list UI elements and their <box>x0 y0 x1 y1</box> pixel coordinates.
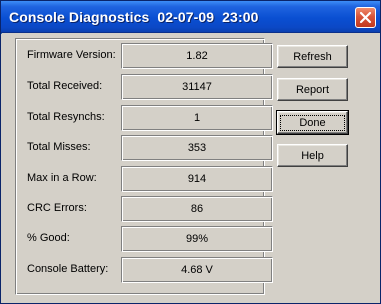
close-icon <box>359 11 372 24</box>
title-bar[interactable]: Console Diagnostics 02-07-09 23:00 <box>1 1 380 33</box>
stat-value-field: 99% <box>121 226 273 252</box>
stat-value-field: 4.68 V <box>121 257 273 283</box>
stat-value-field: 31147 <box>121 74 273 100</box>
stat-value-field: 1.82 <box>121 43 273 69</box>
stat-label: Max in a Row: <box>27 172 97 184</box>
report-button[interactable]: Report <box>277 78 348 101</box>
console-diagnostics-window: Console Diagnostics 02-07-09 23:00 Firmw… <box>0 0 381 304</box>
stat-row-percent-good: % Good: 99% <box>27 226 273 252</box>
report-button-label: Report <box>295 83 330 96</box>
stat-value-field: 86 <box>121 196 273 222</box>
help-button[interactable]: Help <box>277 144 348 167</box>
stat-label: Total Received: <box>27 80 103 92</box>
stat-value: 914 <box>187 173 207 185</box>
window-title: Console Diagnostics 02-07-09 23:00 <box>9 9 259 25</box>
stat-label: % Good: <box>27 232 70 244</box>
help-button-label: Help <box>301 149 324 162</box>
stat-row-total-received: Total Received: 31147 <box>27 74 273 100</box>
stat-value: 1 <box>193 112 201 124</box>
dialog-content: Firmware Version: 1.82 Total Received: 3… <box>1 34 380 303</box>
stat-value: 99% <box>185 233 209 245</box>
stat-value-field: 1 <box>121 105 273 131</box>
refresh-button[interactable]: Refresh <box>277 45 348 68</box>
stat-label: Total Misses: <box>27 141 91 153</box>
stat-label: Firmware Version: <box>27 49 116 61</box>
stat-value-field: 353 <box>121 135 273 161</box>
stat-row-max-in-a-row: Max in a Row: 914 <box>27 166 273 192</box>
stat-row-total-misses: Total Misses: 353 <box>27 135 273 161</box>
done-button[interactable]: Done <box>276 110 349 135</box>
stat-row-total-resynchs: Total Resynchs: 1 <box>27 105 273 131</box>
stat-value: 1.82 <box>186 50 208 62</box>
stat-value: 31147 <box>182 81 212 93</box>
stat-value: 353 <box>187 142 207 154</box>
stat-row-console-battery: Console Battery: 4.68 V <box>27 257 273 283</box>
stat-label: Total Resynchs: <box>27 111 105 123</box>
stat-label: Console Battery: <box>27 263 109 275</box>
refresh-button-label: Refresh <box>293 50 332 63</box>
stat-label: CRC Errors: <box>27 202 87 214</box>
stat-value-field: 914 <box>121 166 273 192</box>
close-button[interactable] <box>355 7 376 28</box>
stat-value: 86 <box>190 203 204 215</box>
stat-row-crc-errors: CRC Errors: 86 <box>27 196 273 222</box>
done-button-label: Done <box>280 114 345 131</box>
stat-row-firmware-version: Firmware Version: 1.82 <box>27 43 273 69</box>
stat-value: 4.68 V <box>181 264 213 276</box>
